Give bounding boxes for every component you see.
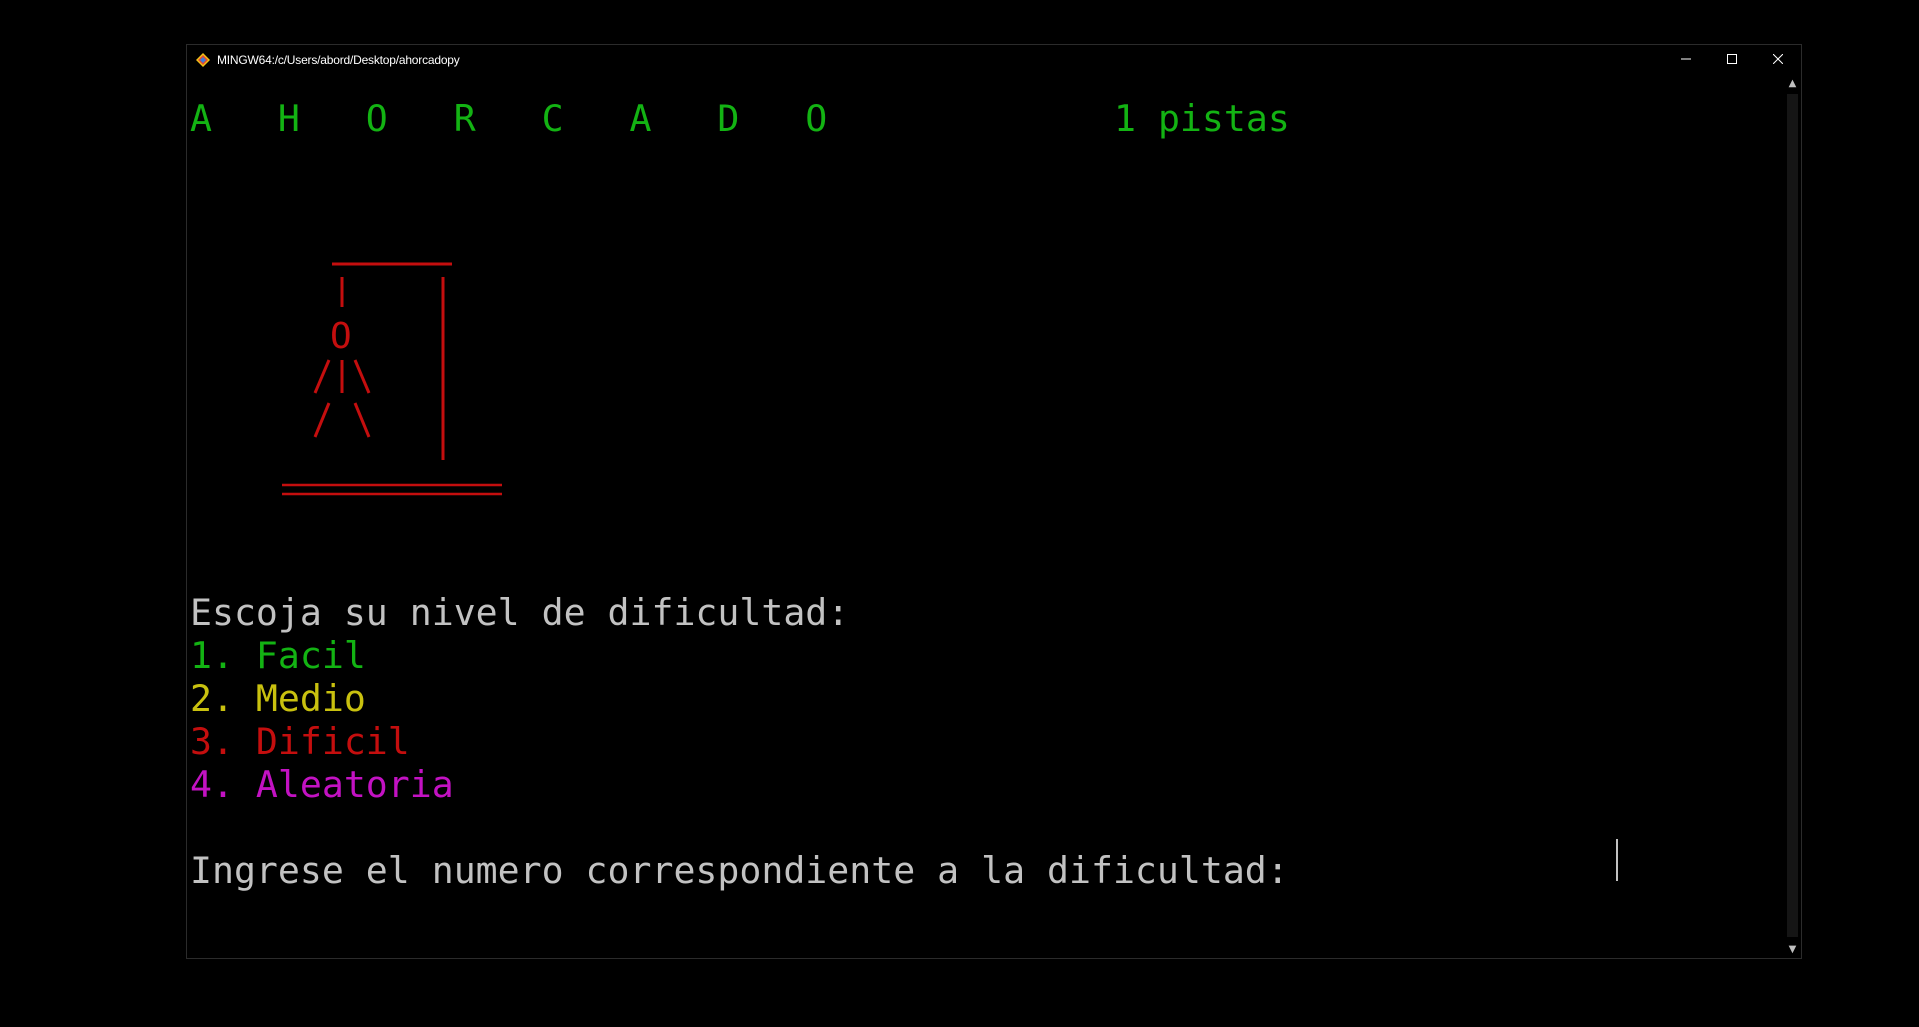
vertical-scrollbar[interactable]: ▲ ▼: [1784, 75, 1801, 958]
hints-counter: 1 pistas: [1114, 97, 1290, 140]
close-button[interactable]: [1755, 45, 1801, 75]
hangman-right-leg: [353, 402, 371, 438]
text-cursor[interactable]: [1616, 839, 1618, 881]
input-prompt: Ingrese el numero correspondiente a la d…: [190, 849, 1289, 892]
option-medio: 2. Medio: [190, 677, 366, 720]
scroll-up-icon[interactable]: ▲: [1784, 75, 1801, 92]
hangman-left-arm: [313, 359, 331, 394]
git-bash-icon: [196, 53, 210, 67]
difficulty-prompt: Escoja su nivel de dificultad:: [190, 591, 850, 634]
hangman-head: O: [330, 316, 352, 357]
option-aleatoria: 4. Aleatoria: [190, 763, 454, 806]
option-dificil: 3. Dificil: [190, 720, 410, 763]
maximize-button[interactable]: [1709, 45, 1755, 75]
close-icon: [1755, 54, 1801, 64]
maximize-icon: [1709, 54, 1755, 64]
hangman-drawing: O: [282, 262, 502, 496]
window-title: MINGW64:/c/Users/abord/Desktop/ahorcadop…: [217, 53, 460, 67]
terminal-output[interactable]: A H O R C A D O 1 pistas O Escoja su niv…: [188, 75, 1784, 958]
minimize-button[interactable]: [1663, 45, 1709, 75]
scroll-down-icon[interactable]: ▼: [1784, 941, 1801, 958]
minimize-icon: [1663, 54, 1709, 64]
game-title: A H O R C A D O: [190, 97, 828, 140]
scroll-thumb[interactable]: [1787, 94, 1798, 937]
title-bar[interactable]: MINGW64:/c/Users/abord/Desktop/ahorcadop…: [187, 45, 1801, 75]
hangman-right-arm: [353, 359, 371, 394]
option-facil: 1. Facil: [190, 634, 366, 677]
hangman-left-leg: [313, 402, 331, 438]
terminal-window: MINGW64:/c/Users/abord/Desktop/ahorcadop…: [186, 44, 1802, 959]
